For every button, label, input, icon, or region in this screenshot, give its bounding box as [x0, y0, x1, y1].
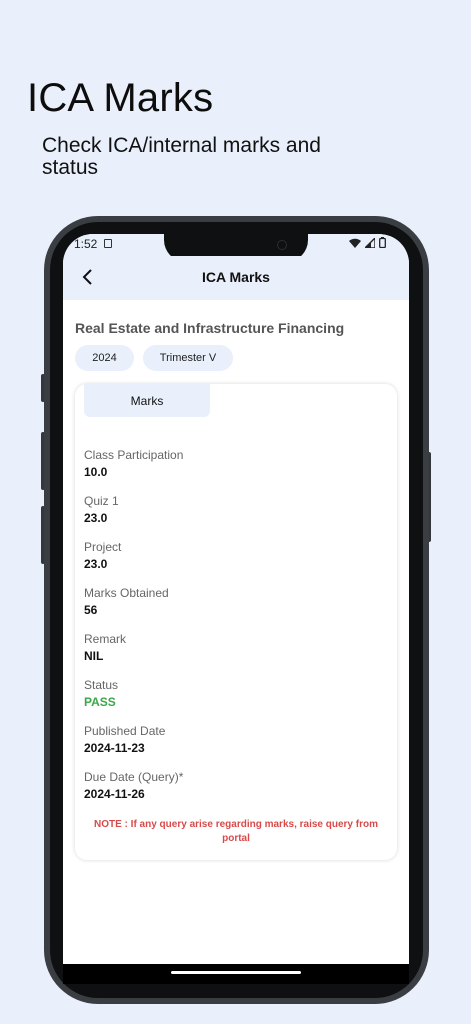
field-label: Published Date	[84, 724, 166, 738]
field-value: NIL	[84, 649, 104, 663]
field-label: Status	[84, 678, 119, 692]
app-bar: ICA Marks	[63, 256, 409, 300]
front-camera-icon	[277, 240, 287, 250]
field-marks-obtained: Marks Obtained 56	[84, 586, 169, 619]
status-badge: PASS	[84, 695, 116, 709]
trimester-chip[interactable]: Trimester V	[143, 345, 233, 371]
wifi-icon	[349, 238, 361, 248]
field-label: Remark	[84, 632, 127, 646]
field-value: 56	[84, 603, 98, 617]
field-project: Project 23.0	[84, 540, 121, 573]
field-value: 23.0	[84, 511, 108, 525]
signal-icon	[365, 237, 375, 248]
field-value: 10.0	[84, 465, 108, 479]
field-published-date: Published Date 2024-11-23	[84, 724, 165, 757]
field-label: Class Participation	[84, 448, 184, 462]
field-label: Due Date (Query)*	[84, 770, 184, 784]
field-quiz-1: Quiz 1 23.0	[84, 494, 119, 527]
field-label: Marks Obtained	[84, 586, 169, 600]
tab-marks[interactable]: Marks	[84, 384, 210, 417]
field-value: 2024-11-26	[84, 787, 145, 801]
year-chip[interactable]: 2024	[75, 345, 134, 371]
battery-icon	[379, 237, 386, 248]
field-class-participation: Class Participation 10.0	[84, 448, 183, 481]
sim-icon	[104, 239, 112, 248]
field-remark: Remark NIL	[84, 632, 126, 665]
home-indicator[interactable]	[171, 971, 301, 974]
field-status: Status PASS	[84, 678, 118, 711]
status-icons	[349, 237, 386, 248]
field-label: Project	[84, 540, 122, 554]
phone-screen: 1:52 ICA Marks Real Estate and Infrastru…	[63, 234, 409, 984]
query-note: NOTE : If any query arise regarding mark…	[94, 819, 378, 844]
field-due-date-query: Due Date (Query)* 2024-11-26	[84, 770, 183, 803]
status-time: 1:52	[74, 237, 98, 251]
field-value: 2024-11-23	[84, 741, 145, 755]
course-title: Real Estate and Infrastructure Financing	[75, 320, 345, 336]
marks-card: Marks Class Participation 10.0 Quiz 1 23…	[75, 384, 397, 860]
hero-subtitle: Check ICA/internal marks and status	[42, 134, 321, 179]
app-bar-title: ICA Marks	[202, 269, 270, 285]
hero-title: ICA Marks	[27, 76, 214, 120]
field-label: Quiz 1	[84, 494, 119, 508]
navigation-bar	[63, 964, 409, 984]
field-value: 23.0	[84, 557, 108, 571]
